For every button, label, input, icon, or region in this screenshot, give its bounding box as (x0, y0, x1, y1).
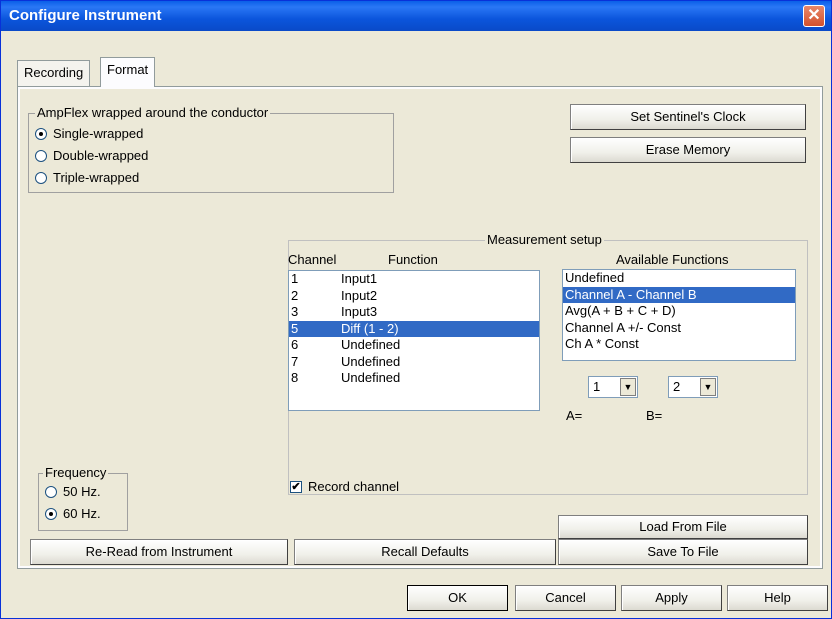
chevron-down-icon[interactable]: ▼ (700, 378, 716, 396)
channel-function: Diff (1 - 2) (341, 320, 399, 336)
radio-label: 60 Hz. (63, 506, 101, 521)
b-label: B= (646, 408, 663, 423)
channel-number: 6 (291, 337, 299, 352)
set-sentinel-clock-button[interactable]: Set Sentinel's Clock (570, 104, 806, 130)
save-to-file-button[interactable]: Save To File (558, 539, 808, 565)
ampflex-group: AmpFlex wrapped around the conductor Sin… (28, 105, 394, 193)
radio-dot[interactable] (35, 127, 47, 140)
channel-function: Undefined (341, 370, 401, 385)
cancel-button[interactable]: Cancel (515, 585, 616, 611)
load-from-file-button[interactable]: Load From File (558, 515, 808, 539)
tab-format[interactable]: Format (100, 57, 156, 87)
radio-dot[interactable] (35, 149, 47, 162)
function-item[interactable]: Ch A * Const (563, 336, 795, 353)
channel-row[interactable]: 6 Undefined (289, 337, 539, 354)
tab-recording[interactable]: Recording (17, 60, 91, 86)
erase-memory-button[interactable]: Erase Memory (570, 137, 806, 163)
frequency-group: Frequency 50 Hz. 60 Hz. (38, 465, 128, 531)
ok-button[interactable]: OK (407, 585, 508, 611)
check-icon[interactable]: ✔ (290, 480, 302, 493)
radio-label: 50 Hz. (63, 484, 101, 499)
available-functions-header: Available Functions (616, 252, 729, 267)
radio-dot[interactable] (45, 485, 57, 498)
b-select[interactable]: 2 ▼ (668, 376, 718, 398)
reread-instrument-button[interactable]: Re-Read from Instrument (30, 539, 288, 565)
radio-50hz[interactable]: 50 Hz. (45, 484, 101, 499)
apply-button[interactable]: Apply (621, 585, 722, 611)
record-channel-label: Record channel (308, 479, 400, 494)
function-item-selected[interactable]: Channel A - Channel B (563, 286, 795, 303)
record-channel-checkbox[interactable]: ✔ Record channel (290, 479, 399, 494)
radio-double-wrapped[interactable]: Double-wrapped (35, 148, 148, 163)
channel-number: 3 (291, 304, 299, 319)
channel-number: 5 (291, 320, 299, 336)
channel-row-selected[interactable]: 5 Diff (1 - 2) (289, 320, 539, 337)
channel-function: Input3 (341, 304, 378, 319)
function-item[interactable]: Avg(A + B + C + D) (563, 303, 795, 320)
window-title: Configure Instrument (9, 7, 162, 24)
channel-number: 7 (291, 353, 299, 369)
radio-dot[interactable] (45, 507, 57, 520)
channel-row[interactable]: 8 Undefined (289, 370, 539, 387)
radio-60hz[interactable]: 60 Hz. (45, 506, 101, 521)
available-functions-list[interactable]: Undefined Channel A - Channel B Avg(A + … (562, 269, 796, 361)
radio-single-wrapped[interactable]: Single-wrapped (35, 126, 143, 141)
channel-function: Undefined (341, 353, 401, 369)
channel-row[interactable]: 2 Input2 (289, 288, 539, 305)
a-select[interactable]: 1 ▼ (588, 376, 638, 398)
measurement-legend: Measurement setup (485, 232, 604, 247)
close-icon[interactable]: ✕ (803, 5, 825, 27)
ampflex-legend: AmpFlex wrapped around the conductor (35, 105, 271, 120)
frequency-legend: Frequency (43, 465, 109, 480)
title-bar: Configure Instrument ✕ (1, 1, 831, 31)
channel-function: Input2 (341, 287, 378, 303)
channel-number: 1 (291, 271, 299, 286)
function-header: Function (388, 252, 438, 267)
configure-instrument-dialog: Configure Instrument ✕ Recording Format … (0, 0, 832, 619)
format-tab-panel: AmpFlex wrapped around the conductor Sin… (17, 86, 823, 569)
help-button[interactable]: Help (727, 585, 828, 611)
channel-row[interactable]: 1 Input1 (289, 271, 539, 288)
a-value: 1 (593, 379, 601, 394)
function-item[interactable]: Channel A +/- Const (563, 320, 795, 337)
channel-function: Undefined (341, 337, 401, 352)
recall-defaults-button[interactable]: Recall Defaults (294, 539, 556, 565)
radio-label: Double-wrapped (53, 148, 149, 163)
channel-row[interactable]: 3 Input3 (289, 304, 539, 321)
radio-label: Triple-wrapped (53, 170, 140, 185)
channel-list[interactable]: 1 Input1 2 Input2 3 Input3 5 Diff (1 - 2) 6 U… (288, 270, 540, 411)
channel-row[interactable]: 7 Undefined (289, 354, 539, 371)
channel-function: Input1 (341, 271, 378, 286)
channel-number: 2 (291, 287, 299, 303)
channel-number: 8 (291, 370, 299, 385)
chevron-down-icon[interactable]: ▼ (620, 378, 636, 396)
b-value: 2 (673, 379, 681, 394)
channel-header: Channel (288, 252, 337, 267)
a-label: A= (566, 408, 583, 423)
function-item[interactable]: Undefined (563, 270, 795, 287)
radio-triple-wrapped[interactable]: Triple-wrapped (35, 170, 139, 185)
radio-dot[interactable] (35, 171, 47, 184)
radio-label: Single-wrapped (53, 126, 144, 141)
